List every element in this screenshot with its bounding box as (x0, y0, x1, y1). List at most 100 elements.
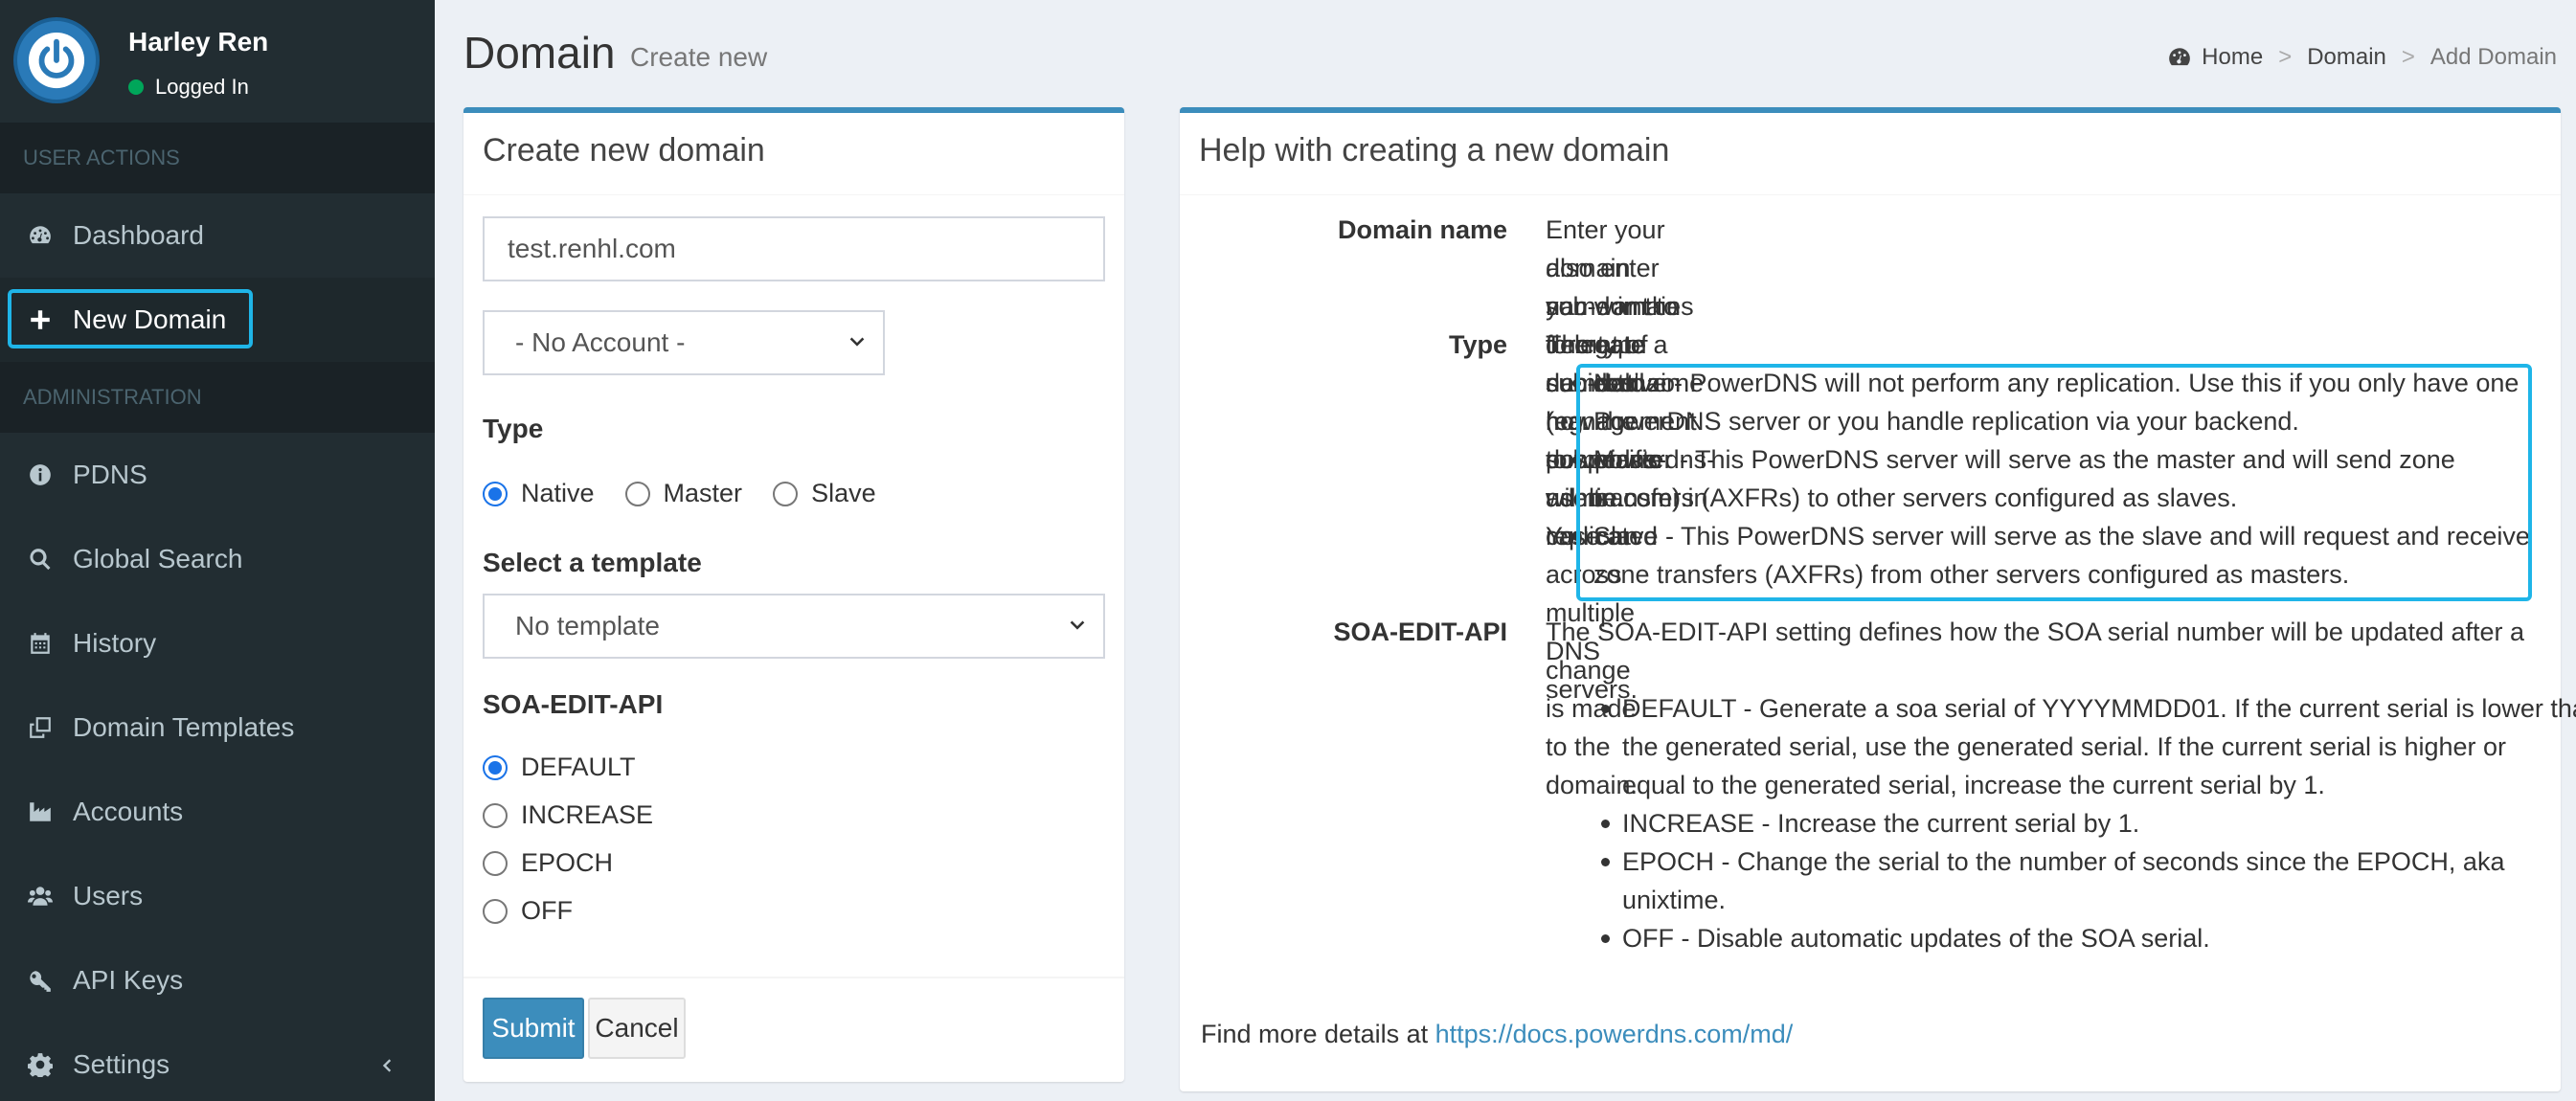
sidebar-item-label: PDNS (73, 460, 147, 489)
type-radio-native[interactable]: Native (483, 479, 595, 508)
bullet (1601, 858, 1610, 866)
sidebar-item-domain-templates[interactable]: Domain Templates (0, 685, 435, 770)
soa-radio-increase[interactable]: INCREASE (483, 800, 653, 830)
sidebar-item-label: Settings (73, 1049, 170, 1079)
radio-label: Slave (811, 479, 876, 507)
breadcrumb-current: Add Domain (2429, 44, 2557, 70)
help-more-text: Find more details at (1201, 1020, 1435, 1048)
calendar-icon (0, 631, 73, 656)
sidebar-item-label: Accounts (73, 797, 184, 826)
create-domain-box: Create new domain test.renhl.com - No Ac… (463, 107, 1124, 1082)
breadcrumb-separator: > (2278, 44, 2293, 70)
breadcrumb: Home > Domain > Add Domain (2167, 44, 2557, 71)
radio-label: Master (663, 479, 743, 507)
key-icon (0, 968, 73, 993)
domain-name-input[interactable]: test.renhl.com (483, 216, 1105, 281)
soa-radio-off[interactable]: OFF (483, 896, 573, 926)
sidebar-item-api-keys[interactable]: API Keys (0, 938, 435, 1022)
nav-header-administration: ADMINISTRATION (0, 362, 435, 433)
user-status-label: Logged In (155, 75, 249, 99)
help-title: Help with creating a new domain (1180, 113, 2561, 195)
sidebar: Harley Ren Logged In USER ACTIONS Dashbo… (0, 0, 435, 1101)
sidebar-item-label: Users (73, 881, 144, 910)
radio-label: OFF (521, 896, 573, 925)
user-panel: Harley Ren Logged In (0, 0, 435, 123)
new-domain-highlight (8, 289, 253, 348)
radio-label: Native (521, 479, 595, 507)
industry-icon (0, 799, 73, 824)
submit-button[interactable]: Submit (483, 998, 584, 1059)
radio-label: DEFAULT (521, 753, 636, 781)
help-soa-default: DEFAULT - Generate a soa serial of YYYYM… (1601, 689, 2576, 804)
type-radio-slave[interactable]: Slave (773, 479, 876, 508)
sidebar-item-settings[interactable]: Settings (0, 1022, 435, 1101)
sidebar-item-pdns[interactable]: PDNS (0, 433, 435, 517)
radio-button[interactable] (773, 481, 799, 506)
cog-icon (0, 1052, 73, 1077)
help-line: OFF - Disable automatic updates of the S… (1622, 924, 2210, 953)
help-line: DEFAULT - Generate a soa serial of YYYYM… (1622, 694, 2576, 723)
page-subtitle: Create new (630, 42, 768, 72)
radio-button[interactable] (624, 481, 650, 506)
dashboard-icon (2169, 48, 2190, 66)
help-line: INCREASE - Increase the current serial b… (1622, 809, 2140, 838)
sidebar-item-dashboard[interactable]: Dashboard (0, 193, 435, 278)
breadcrumb-home[interactable]: Home (2202, 44, 2263, 71)
help-soa-increase: INCREASE - Increase the current serial b… (1601, 804, 2140, 843)
help-line: equal to the generated serial, increase … (1622, 771, 2325, 799)
radio-button[interactable] (483, 802, 508, 828)
sidebar-item-users[interactable]: Users (0, 854, 435, 938)
bullet (1601, 934, 1610, 943)
help-soa-off: OFF - Disable automatic updates of the S… (1601, 919, 2210, 957)
sidebar-item-global-search[interactable]: Global Search (0, 517, 435, 601)
type-radio-group: Native Master Slave (483, 479, 907, 508)
bullet (1601, 705, 1610, 713)
sidebar-item-label: Dashboard (73, 220, 204, 250)
page-title: Domain (463, 28, 616, 78)
type-description-highlight (1576, 364, 2532, 601)
radio-button[interactable] (483, 898, 508, 924)
power-icon (28, 32, 85, 89)
radio-label: INCREASE (521, 800, 654, 829)
sidebar-item-label: Domain Templates (73, 712, 295, 742)
help-more-details: Find more details at https://docs.powerd… (1201, 1015, 1793, 1053)
avatar (13, 17, 100, 103)
dashboard-icon (0, 223, 73, 248)
help-soa-epoch: EPOCH - Change the serial to the number … (1601, 843, 2505, 919)
sidebar-item-accounts[interactable]: Accounts (0, 770, 435, 854)
help-line: the generated serial, use the generated … (1622, 732, 2507, 761)
info-icon (0, 462, 73, 487)
soa-radio-epoch[interactable]: EPOCH (483, 848, 613, 878)
help-term-soa-edit-api: SOA-EDIT-API (1333, 618, 1507, 646)
search-icon (0, 547, 73, 572)
clone-icon (0, 715, 73, 740)
soa-edit-api-label: SOA-EDIT-API (483, 689, 664, 719)
sidebar-item-history[interactable]: History (0, 601, 435, 685)
type-radio-master[interactable]: Master (624, 479, 743, 508)
help-line: unixtime. (1622, 886, 1727, 914)
radio-button[interactable] (483, 481, 508, 506)
cancel-button[interactable]: Cancel (588, 998, 686, 1059)
help-line: EPOCH - Change the serial to the number … (1622, 847, 2505, 876)
users-icon (0, 884, 73, 909)
type-label: Type (483, 414, 544, 443)
help-term-type: Type (1448, 330, 1507, 359)
bullet (1601, 820, 1610, 828)
radio-button[interactable] (483, 850, 508, 876)
breadcrumb-separator: > (2401, 44, 2415, 70)
chevron-left-icon[interactable] (377, 1051, 402, 1076)
help-desc-soa-1: The SOA-EDIT-API setting defines how the… (1546, 618, 2525, 646)
breadcrumb-domain[interactable]: Domain (2307, 44, 2386, 71)
template-select-value: No template (515, 611, 660, 640)
radio-button[interactable] (483, 754, 508, 780)
user-status: Logged In (128, 75, 249, 100)
account-select[interactable]: - No Account - (483, 310, 885, 375)
docs-link[interactable]: https://docs.powerdns.com/md/ (1435, 1020, 1794, 1048)
template-select[interactable]: No template (483, 594, 1105, 659)
radio-label: EPOCH (521, 848, 614, 877)
template-label: Select a template (483, 548, 702, 577)
user-name: Harley Ren (128, 27, 269, 56)
create-domain-title: Create new domain (463, 113, 1124, 195)
chevron-down-icon (1070, 620, 1085, 630)
soa-radio-default[interactable]: DEFAULT (483, 753, 636, 782)
